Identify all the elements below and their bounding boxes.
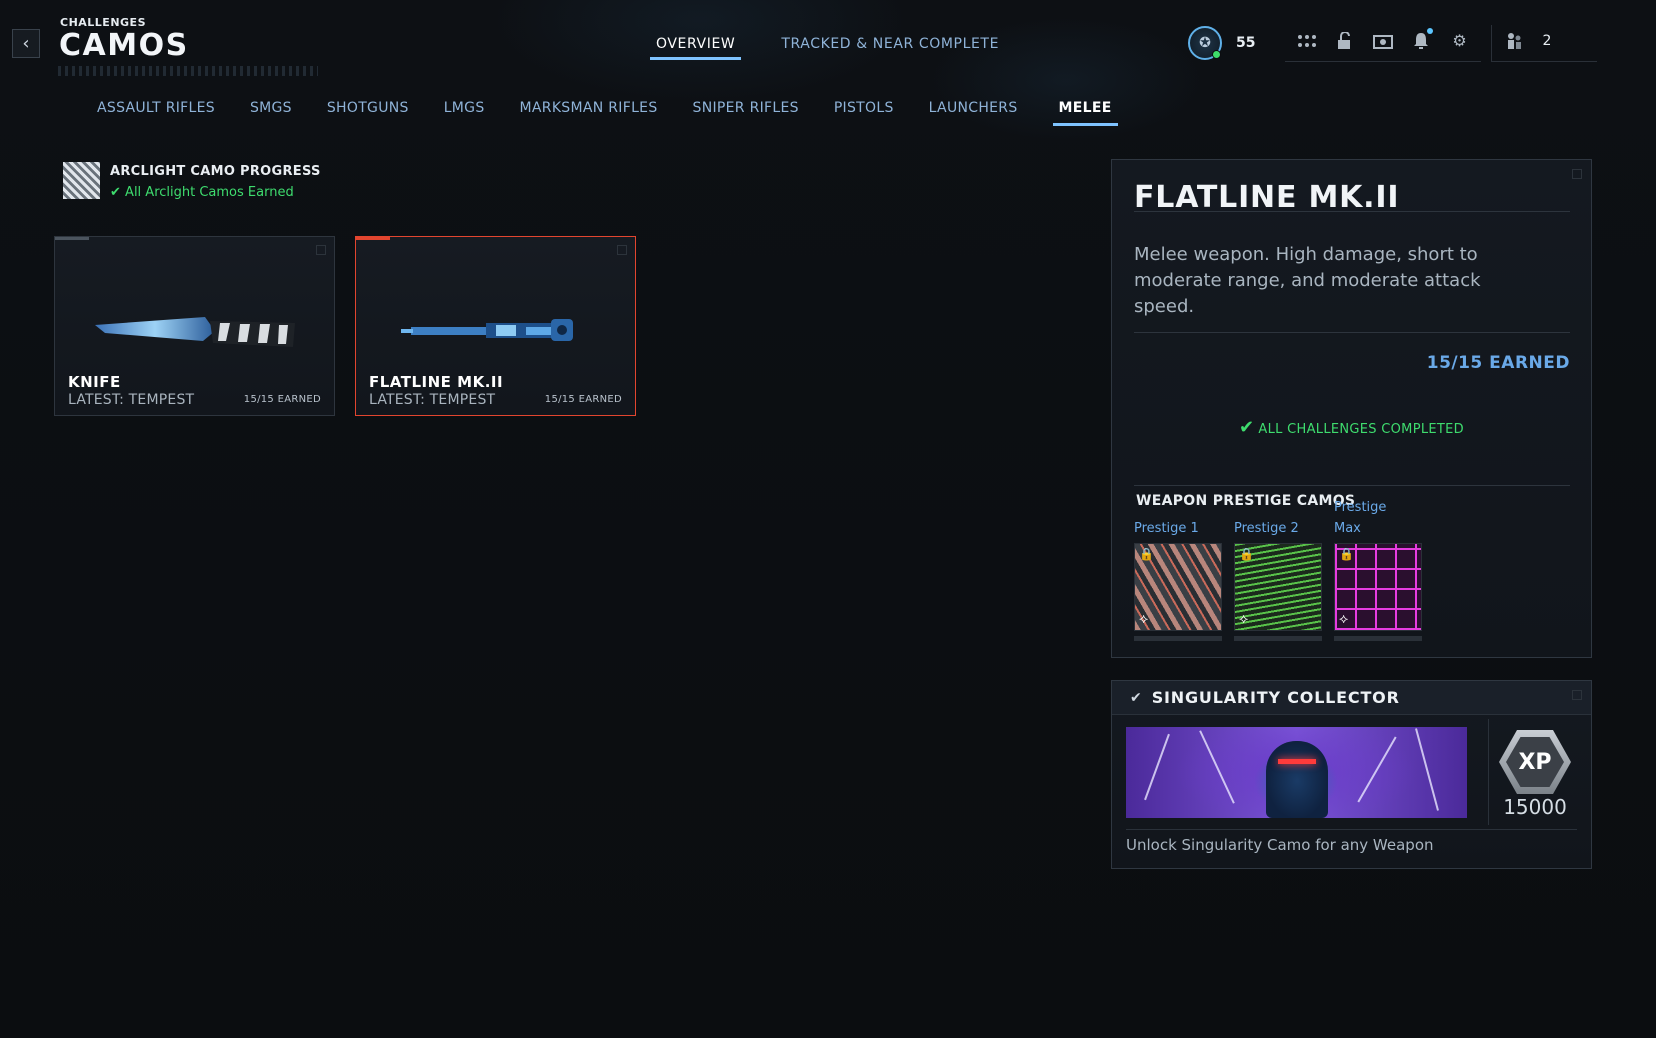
grid-menu-icon[interactable]	[1297, 31, 1317, 51]
party-count: 2	[1542, 32, 1552, 49]
divider	[1488, 719, 1489, 825]
reward-description: Unlock Singularity Camo for any Weapon	[1126, 836, 1434, 854]
corner-mark	[1572, 690, 1582, 700]
challenges-status: ✔ ALL CHALLENGES COMPLETED	[1239, 417, 1464, 438]
arclight-title: ARCLIGHT CAMO PROGRESS	[110, 164, 321, 179]
level-badge-icon[interactable]: ✪	[1188, 26, 1222, 60]
weapon-card-flatline-mk2[interactable]: FLATLINE MK.II LATEST: TEMPEST 15/15 EAR…	[355, 236, 636, 416]
tab-overview[interactable]: OVERVIEW	[650, 34, 742, 60]
lightning-decoration	[1415, 728, 1439, 811]
prestige-max-camo-image: 🔒 ⟡	[1334, 543, 1422, 631]
arclight-progress: ARCLIGHT CAMO PROGRESS ✔ All Arclight Ca…	[63, 162, 321, 200]
prestige-camo-1[interactable]: Prestige 1 🔒 ⟡	[1134, 518, 1222, 641]
weapon-earned-count: 15/15 EARNED	[243, 394, 321, 405]
card-progress-bar	[55, 237, 89, 240]
prestige-camo-2[interactable]: Prestige 2 🔒 ⟡	[1234, 518, 1322, 641]
singularity-collector-reward: ✔ SINGULARITY COLLECTOR XP 15000 Unlock …	[1111, 680, 1592, 869]
prestige-2-camo-image: 🔒 ⟡	[1234, 543, 1322, 631]
divider	[1126, 829, 1577, 830]
character-eyes	[1278, 759, 1316, 764]
main-tabs: OVERVIEW TRACKED & NEAR COMPLETE	[650, 34, 1005, 60]
corner-mark	[617, 245, 627, 255]
tab-sniper-rifles[interactable]: SNIPER RIFLES	[693, 98, 799, 126]
party-icon	[1504, 31, 1524, 51]
lightning-decoration	[1357, 736, 1397, 803]
tab-shotguns[interactable]: SHOTGUNS	[327, 98, 409, 126]
corner-mark	[1572, 169, 1582, 179]
lock-icon: 🔒	[1139, 547, 1154, 561]
party-group[interactable]: 2	[1491, 24, 1598, 62]
prestige-emblem-icon: ⟡	[1139, 611, 1149, 627]
tab-tracked-near-complete[interactable]: TRACKED & NEAR COMPLETE	[775, 34, 1005, 60]
divider	[1134, 211, 1570, 212]
details-title: FLATLINE MK.II	[1134, 180, 1400, 215]
tab-assault-rifles[interactable]: ASSAULT RIFLES	[97, 98, 215, 126]
settings-gear-icon[interactable]: ⚙	[1449, 31, 1469, 51]
weapon-latest-camo: LATEST: TEMPEST	[68, 392, 195, 408]
singularity-camo-image	[1126, 727, 1467, 818]
weapon-latest-camo: LATEST: TEMPEST	[369, 392, 496, 408]
reward-header: ✔ SINGULARITY COLLECTOR	[1112, 681, 1591, 715]
prestige-label: Prestige 2	[1234, 521, 1299, 536]
tab-smgs[interactable]: SMGS	[250, 98, 292, 126]
weapon-name: KNIFE	[68, 373, 121, 391]
top-right-controls: ✪ 55 ⚙ 2	[1188, 22, 1598, 64]
flatline-mk2-image	[401, 319, 573, 341]
prestige-camo-max[interactable]: Prestige Max 🔒 ⟡	[1334, 500, 1422, 641]
tab-pistols[interactable]: PISTOLS	[834, 98, 894, 126]
prestige-emblem-icon: ⟡	[1239, 611, 1249, 627]
store-icon[interactable]	[1373, 31, 1394, 51]
arclight-status: ✔ All Arclight Camos Earned	[110, 185, 294, 200]
details-description: Melee weapon. High damage, short to mode…	[1134, 244, 1481, 317]
prestige-progress-bar	[1134, 636, 1222, 641]
xp-badge-icon: XP	[1498, 729, 1572, 795]
divider	[1134, 332, 1570, 333]
unlock-icon[interactable]	[1335, 31, 1355, 51]
prestige-progress-bar	[1234, 636, 1322, 641]
prestige-label: Prestige Max	[1334, 500, 1387, 536]
lock-icon: 🔒	[1339, 547, 1354, 561]
lock-icon: 🔒	[1239, 547, 1254, 561]
chevron-left-icon: ‹	[22, 33, 30, 54]
card-progress-bar	[356, 237, 390, 240]
weapon-name: FLATLINE MK.II	[369, 373, 504, 391]
knife-image	[95, 317, 295, 347]
prestige-emblem-icon: ⟡	[1339, 611, 1349, 627]
back-button[interactable]: ‹	[12, 29, 40, 58]
notification-bell-icon[interactable]	[1411, 27, 1434, 51]
divider	[1134, 485, 1570, 486]
lightning-decoration	[1199, 730, 1235, 804]
title-decoration	[58, 66, 318, 76]
prestige-label: Prestige 1	[1134, 521, 1199, 536]
tab-launchers[interactable]: LAUNCHERS	[929, 98, 1018, 126]
top-bar: ‹ CHALLENGES CAMOS OVERVIEW TRACKED & NE…	[0, 0, 1656, 90]
checkmark-icon: ✔	[1239, 417, 1255, 438]
details-earned-count: 15/15 EARNED	[1426, 353, 1570, 373]
weapon-details-panel: FLATLINE MK.II Melee weapon. High damage…	[1111, 159, 1592, 658]
weapon-card-knife[interactable]: KNIFE LATEST: TEMPEST 15/15 EARNED	[54, 236, 335, 416]
page-title: CAMOS	[59, 28, 189, 63]
player-level: 55	[1236, 35, 1256, 51]
prestige-emblem-icon: ✪	[1199, 35, 1211, 51]
category-tabs: ASSAULT RIFLES SMGS SHOTGUNS LMGS MARKSM…	[97, 98, 1118, 126]
prestige-camos-title: WEAPON PRESTIGE CAMOS	[1136, 493, 1356, 509]
reward-title: SINGULARITY COLLECTOR	[1151, 688, 1400, 707]
prestige-progress-bar	[1334, 636, 1422, 641]
weapon-earned-count: 15/15 EARNED	[544, 394, 622, 405]
tab-melee[interactable]: MELEE	[1052, 98, 1118, 126]
tab-lmgs[interactable]: LMGS	[444, 98, 485, 126]
prestige-1-camo-image: 🔒 ⟡	[1134, 543, 1222, 631]
character-figure	[1266, 741, 1328, 818]
xp-amount: 15000	[1503, 795, 1567, 819]
notification-dot	[1427, 27, 1434, 34]
lightning-decoration	[1144, 733, 1170, 801]
checkmark-icon: ✔	[110, 185, 121, 200]
arclight-camo-thumbnail	[63, 162, 100, 199]
online-status-dot	[1212, 50, 1221, 59]
tab-marksman-rifles[interactable]: MARKSMAN RIFLES	[520, 98, 658, 126]
menu-icons: ⚙	[1285, 25, 1482, 62]
corner-mark	[316, 245, 326, 255]
checkmark-icon: ✔	[1130, 689, 1142, 706]
